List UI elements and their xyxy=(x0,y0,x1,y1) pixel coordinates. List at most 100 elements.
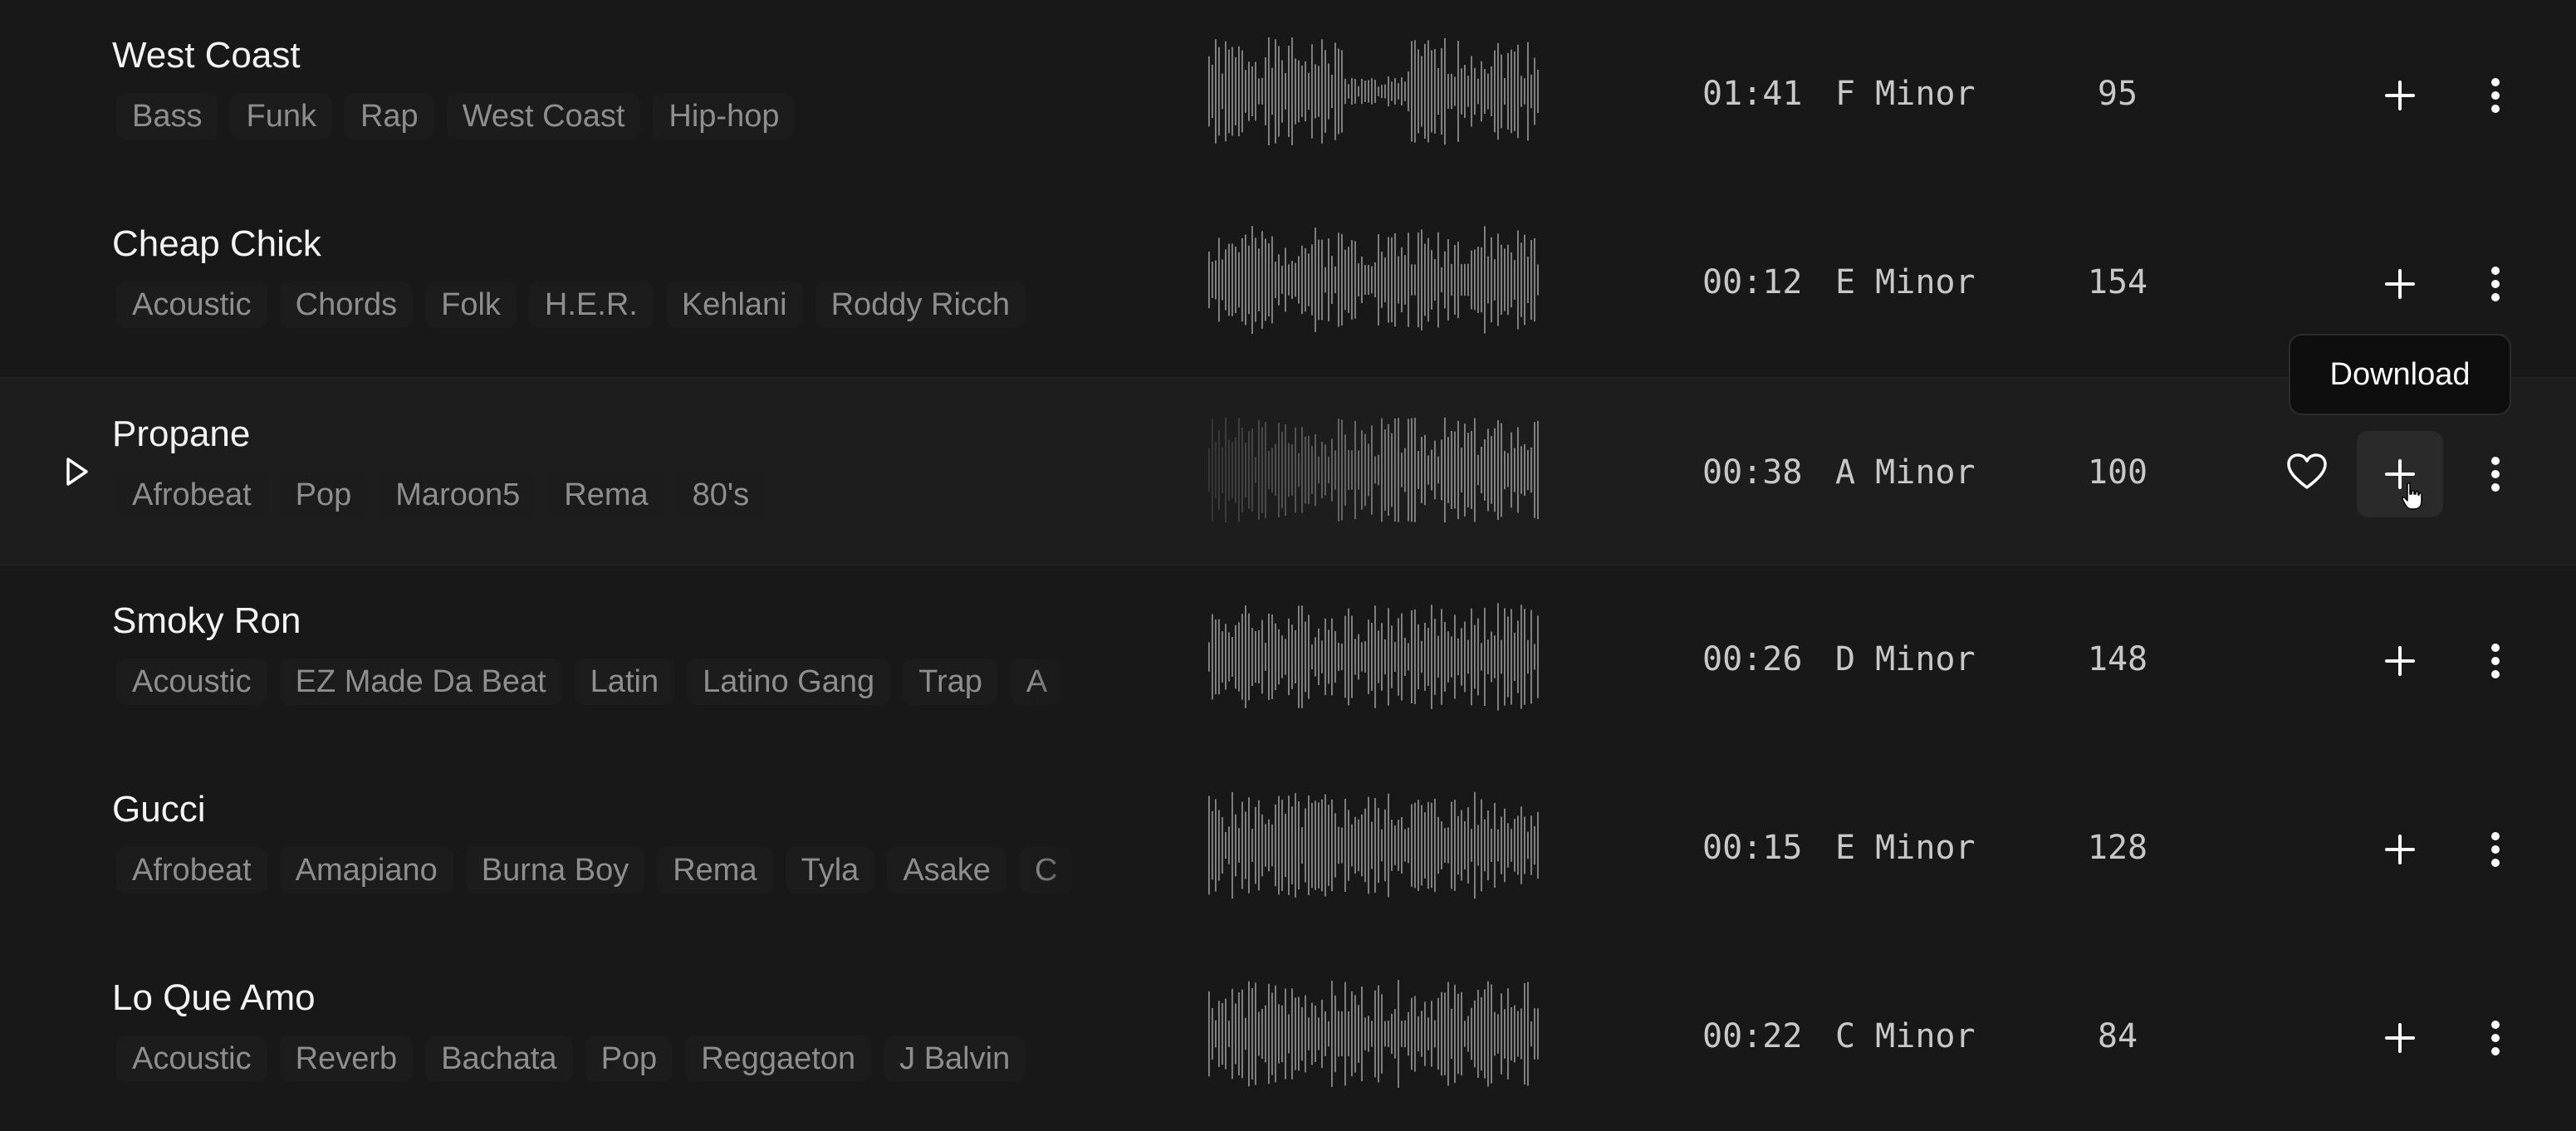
tag[interactable]: Chords xyxy=(279,282,414,328)
tag[interactable]: 80's xyxy=(676,472,766,518)
tag[interactable]: Trap xyxy=(903,659,998,705)
track-duration: 00:15 xyxy=(1702,829,1803,867)
waveform-bar xyxy=(1464,1021,1466,1047)
track-title[interactable]: Cheap Chick xyxy=(112,223,321,265)
waveform-bar xyxy=(1454,614,1456,699)
tag[interactable]: EZ Made Da Beat xyxy=(279,659,562,705)
waveform-bar xyxy=(1335,995,1336,1073)
tag[interactable]: Asake xyxy=(887,847,1006,894)
waveform-bar xyxy=(1491,66,1492,116)
waveform-bar xyxy=(1428,801,1429,889)
waveform[interactable] xyxy=(1208,412,1540,528)
download-button[interactable] xyxy=(2357,618,2443,704)
more-options-button[interactable] xyxy=(2475,52,2516,139)
more-options-button[interactable] xyxy=(2475,995,2516,1081)
waveform-bar xyxy=(1534,237,1535,322)
waveform-bar xyxy=(1265,238,1266,321)
waveform[interactable] xyxy=(1208,222,1540,338)
tag[interactable]: Latin xyxy=(574,659,675,705)
more-options-button[interactable] xyxy=(2475,431,2516,517)
waveform-bar xyxy=(1268,613,1270,701)
waveform-bar xyxy=(1258,248,1260,311)
tag[interactable]: Reggaeton xyxy=(685,1036,872,1082)
tag[interactable]: Funk xyxy=(230,93,332,140)
waveform-bar xyxy=(1421,229,1423,330)
tag[interactable]: Amapiano xyxy=(279,847,453,894)
tag[interactable]: Kehlani xyxy=(665,282,803,328)
tag[interactable]: Latino Gang xyxy=(687,659,891,705)
download-button[interactable] xyxy=(2357,995,2443,1081)
tag[interactable]: Reverb xyxy=(279,1036,414,1082)
waveform[interactable] xyxy=(1208,976,1540,1092)
tag[interactable]: Acoustic xyxy=(116,659,267,705)
waveform-bar xyxy=(1428,628,1429,686)
waveform-bar xyxy=(1374,79,1376,104)
waveform-bar xyxy=(1507,244,1509,316)
track-row[interactable]: West Coast Bass Funk Rap West Coast Hip-hop … xyxy=(0,0,2576,188)
tag[interactable]: Rap xyxy=(344,93,434,140)
tag[interactable]: Bachata xyxy=(425,1036,573,1082)
waveform-bar xyxy=(1484,607,1486,707)
tag[interactable]: H.E.R. xyxy=(528,282,654,328)
tag[interactable]: West Coast xyxy=(446,93,641,140)
tag[interactable]: Hip-hop xyxy=(653,93,796,140)
track-title[interactable]: Propane xyxy=(112,414,250,455)
track-row[interactable]: Cheap Chick Acoustic Chords Folk H.E.R. Kehl… xyxy=(0,188,2576,377)
waveform-bar xyxy=(1311,644,1313,670)
download-button[interactable] xyxy=(2357,806,2443,893)
more-options-button[interactable] xyxy=(2475,241,2516,327)
waveform-bar xyxy=(1271,824,1273,867)
tag[interactable]: Roddy Ricch xyxy=(815,282,1026,328)
waveform-bar xyxy=(1371,622,1373,692)
track-title[interactable]: West Coast xyxy=(112,35,301,76)
more-options-button[interactable] xyxy=(2475,618,2516,704)
waveform-bar xyxy=(1255,457,1256,483)
tag[interactable]: J Balvin xyxy=(884,1036,1026,1082)
waveform-bar xyxy=(1278,254,1280,306)
tag[interactable]: C xyxy=(1018,847,1074,894)
tag-list: Afrobeat Amapiano Burna Boy Rema Tyla Asake C xyxy=(116,847,1109,897)
download-button[interactable] xyxy=(2357,241,2443,327)
tag[interactable]: Afrobeat xyxy=(116,847,267,894)
waveform-bar xyxy=(1511,49,1512,134)
tag[interactable]: Bass xyxy=(116,93,218,140)
waveform-bar xyxy=(1487,810,1489,881)
waveform-bar xyxy=(1354,995,1356,1073)
tag[interactable]: Pop xyxy=(585,1036,673,1082)
track-row[interactable]: Smoky Ron Acoustic EZ Made Da Beat Latin La… xyxy=(0,566,2576,754)
tag[interactable]: A xyxy=(1010,659,1064,705)
tag[interactable]: Tyla xyxy=(785,847,875,894)
waveform-bar xyxy=(1232,988,1233,1080)
waveform[interactable] xyxy=(1208,599,1540,715)
tag[interactable]: Rema xyxy=(548,472,664,518)
waveform-bar xyxy=(1497,233,1499,326)
waveform-bar xyxy=(1215,260,1217,300)
tag[interactable]: Acoustic xyxy=(116,282,267,328)
track-title[interactable]: Lo Que Amo xyxy=(112,977,316,1019)
tag[interactable]: Folk xyxy=(425,282,517,328)
tag[interactable]: Pop xyxy=(279,472,368,518)
track-title[interactable]: Smoky Ron xyxy=(112,600,301,642)
tag[interactable]: Rema xyxy=(657,847,773,894)
waveform-bar xyxy=(1348,84,1349,99)
waveform-bar xyxy=(1467,1016,1469,1052)
track-row-hovered[interactable]: Propane Afrobeat Pop Maroon5 Rema 80's 00:38… xyxy=(0,377,2576,566)
download-button[interactable] xyxy=(2357,52,2443,139)
track-title[interactable]: Gucci xyxy=(112,789,205,830)
tag[interactable]: Maroon5 xyxy=(380,472,536,518)
tag[interactable]: Afrobeat xyxy=(116,472,267,518)
tag[interactable]: Acoustic xyxy=(116,1036,267,1082)
track-row[interactable]: Gucci Afrobeat Amapiano Burna Boy Rema Tyla A… xyxy=(0,754,2576,942)
waveform[interactable] xyxy=(1208,787,1540,903)
waveform-bar xyxy=(1208,796,1210,895)
play-button[interactable] xyxy=(65,379,90,564)
waveform-bar xyxy=(1354,79,1356,104)
plus-icon xyxy=(2385,646,2415,676)
waveform-bar xyxy=(1331,981,1333,1087)
waveform[interactable] xyxy=(1208,33,1540,149)
track-row[interactable]: Lo Que Amo Acoustic Reverb Bachata Pop Regga… xyxy=(0,942,2576,1131)
tag[interactable]: Burna Boy xyxy=(465,847,645,894)
waveform-bar xyxy=(1248,245,1250,315)
more-options-button[interactable] xyxy=(2475,806,2516,893)
waveform-bar xyxy=(1431,250,1432,310)
